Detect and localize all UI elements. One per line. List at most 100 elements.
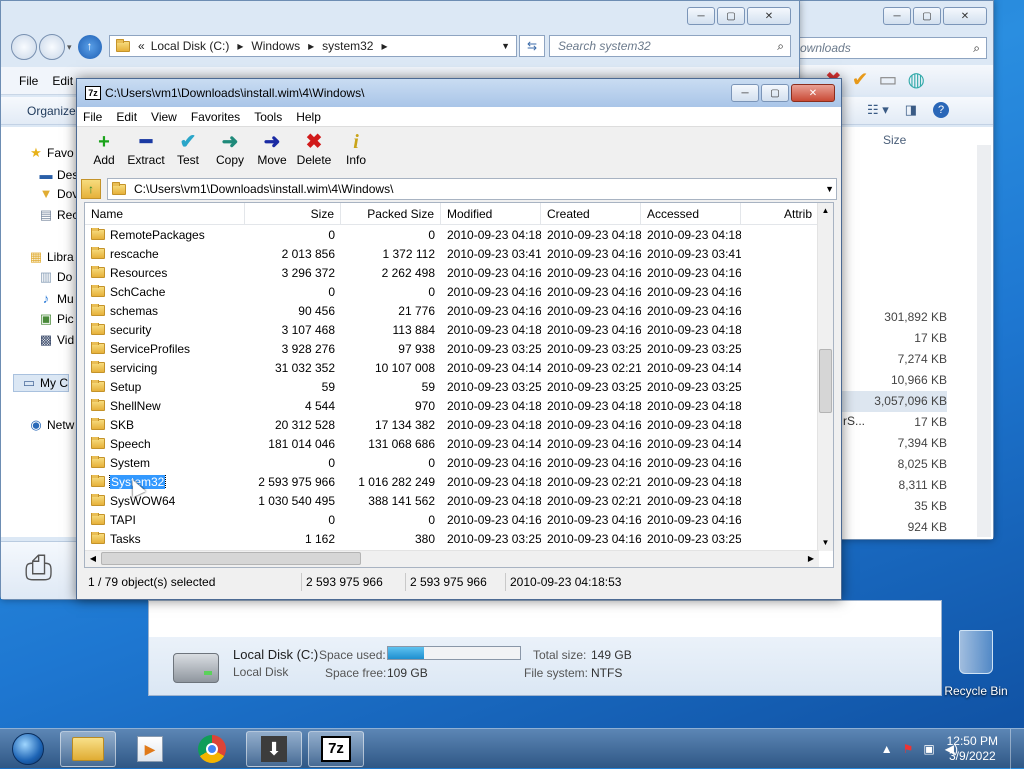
breadcrumb-1[interactable]: Windows	[251, 39, 300, 53]
menu-file[interactable]: File	[19, 74, 38, 88]
close-button[interactable]: ✕	[747, 7, 791, 25]
close-button[interactable]: ✕	[943, 7, 987, 25]
extract-button[interactable]: ━ Extract	[125, 131, 167, 167]
start-button[interactable]	[8, 731, 48, 767]
list-item[interactable]: Setup 59 59 2010-09-23 03:25 2010-09-23 03:2…	[85, 377, 833, 396]
view-icons-right[interactable]: ☷ ▾ ◨ ?	[867, 102, 950, 118]
list-item[interactable]: System 0 0 2010-09-23 04:16 2010-09-23 04:16…	[85, 453, 833, 472]
column-header-accessed[interactable]: Accessed	[641, 203, 741, 224]
column-header-created[interactable]: Created	[541, 203, 641, 224]
vertical-scrollbar[interactable]: ▲ ▼	[817, 203, 833, 551]
list-item[interactable]: Speech 181 014 046 131 068 686 2010-09-23 0…	[85, 434, 833, 453]
list-item[interactable]: schemas 90 456 21 776 2010-09-23 04:16 2010-…	[85, 301, 833, 320]
nav-item[interactable]: ▥ Do	[39, 269, 73, 285]
forward-button[interactable]	[39, 34, 65, 60]
show-hidden-icons[interactable]: ▲	[881, 742, 893, 756]
delete-button[interactable]: ✖ Delete	[293, 131, 335, 167]
list-item[interactable]: security 3 107 468 113 884 2010-09-23 04:18…	[85, 320, 833, 339]
add-button[interactable]: + Add	[83, 131, 125, 167]
close-button[interactable]: ✕	[791, 84, 835, 102]
help-icon[interactable]: ?	[933, 102, 950, 118]
recycle-bin-desktop-icon[interactable]: Recycle Bin	[944, 630, 1008, 702]
breadcrumb-0[interactable]: Local Disk (C:)	[151, 39, 230, 53]
up-folder-icon[interactable]: ↑	[81, 179, 101, 199]
path-combo[interactable]: C:\Users\vm1\Downloads\install.wim\4\Win…	[107, 178, 837, 200]
list-item[interactable]: SchCache 0 0 2010-09-23 04:16 2010-09-23 04:…	[85, 282, 833, 301]
menu-tools[interactable]: Tools	[254, 110, 282, 124]
nav-item[interactable]: ◉ Netw	[29, 417, 74, 433]
action-center-icon[interactable]: ⚑	[903, 742, 914, 756]
network-icon[interactable]: ▣	[923, 742, 934, 756]
list-item[interactable]: rescache 2 013 856 1 372 112 2010-09-23 03:…	[85, 244, 833, 263]
nav-item[interactable]: ▦ Libra	[29, 249, 74, 265]
back-button[interactable]	[11, 34, 37, 60]
list-item[interactable]: servicing 31 032 352 10 107 008 2010-09-23 …	[85, 358, 833, 377]
nav-item[interactable]: ▬ Des	[39, 167, 79, 182]
nav-item[interactable]: ▼ Dov	[39, 186, 79, 201]
nav-item[interactable]: ▩ Vid	[39, 332, 74, 348]
minimize-button[interactable]: ─	[731, 84, 759, 102]
refresh-button[interactable]: ⇆	[519, 35, 545, 57]
address-bar[interactable]: « Local Disk (C:) ▸ Windows ▸ system32 ▸…	[109, 35, 517, 57]
column-header-attrib[interactable]: Attrib	[741, 203, 819, 224]
nav-item[interactable]: ▤ Rec	[39, 207, 79, 223]
scroll-right-arrow[interactable]: ▶	[803, 551, 819, 567]
nav-item[interactable]: ▭ My C	[13, 374, 69, 392]
maximize-button[interactable]: ▢	[717, 7, 745, 25]
list-item[interactable]: SysWOW64 1 030 540 495 388 141 562 2010-09-…	[85, 491, 833, 510]
scroll-thumb[interactable]	[819, 349, 832, 413]
taskbar-media-player[interactable]: ▶	[122, 731, 178, 767]
column-header-packed-size[interactable]: Packed Size	[341, 203, 441, 224]
move-button[interactable]: ➜ Move	[251, 131, 293, 167]
chevron-down-icon[interactable]: ▾	[67, 42, 72, 53]
column-header-size[interactable]: Size	[245, 203, 341, 224]
search-box-right[interactable]: ownloads ⌕	[797, 37, 987, 59]
menu-edit[interactable]: Edit	[116, 110, 137, 124]
list-item[interactable]: ServiceProfiles 3 928 276 97 938 2010-09-23…	[85, 339, 833, 358]
taskbar-explorer[interactable]	[60, 730, 116, 767]
menu-view[interactable]: View	[151, 110, 177, 124]
list-item[interactable]: RemotePackages 0 0 2010-09-23 04:18 2010-09-…	[85, 225, 833, 244]
test-button[interactable]: ✔ Test	[167, 131, 209, 167]
show-desktop-button[interactable]	[1010, 728, 1024, 769]
breadcrumb-2[interactable]: system32	[322, 39, 373, 53]
title-bar[interactable]: 7z C:\Users\vm1\Downloads\install.wim\4\…	[77, 79, 841, 107]
preview-pane-icon[interactable]: ◨	[905, 102, 917, 118]
menu-help[interactable]: Help	[296, 110, 321, 124]
chevron-down-icon[interactable]: ▼	[501, 41, 510, 51]
maximize-button[interactable]: ▢	[913, 7, 941, 25]
taskbar-downloader[interactable]: ⬇	[246, 730, 302, 767]
minimize-button[interactable]: ─	[687, 7, 715, 25]
nav-item[interactable]: ★ Favo	[29, 145, 74, 161]
search-box[interactable]: Search system32 ⌕	[549, 35, 791, 57]
list-item[interactable]: TAPI 0 0 2010-09-23 04:16 2010-09-23 04:16 20…	[85, 510, 833, 529]
list-item[interactable]: System32 2 593 975 966 1 016 282 249 2010-0…	[85, 472, 833, 491]
taskbar-chrome[interactable]	[184, 731, 240, 767]
size-column-header[interactable]: Size	[883, 133, 906, 147]
nav-item[interactable]: ▣ Pic	[39, 311, 74, 327]
menu-edit[interactable]: Edit	[52, 74, 73, 88]
views-icon[interactable]: ☷ ▾	[867, 102, 889, 118]
list-item[interactable]: Resources 3 296 372 2 262 498 2010-09-23 04…	[85, 263, 833, 282]
column-header-name[interactable]: Name	[85, 203, 245, 224]
scroll-up-arrow[interactable]: ▲	[818, 203, 833, 219]
up-arrow-icon[interactable]: ↑	[77, 35, 102, 59]
chevron-down-icon[interactable]: ▼	[825, 184, 834, 194]
scroll-down-arrow[interactable]: ▼	[818, 535, 833, 551]
nav-item[interactable]: ♪ Mu	[39, 291, 74, 306]
minimize-button[interactable]: ─	[883, 7, 911, 25]
hscroll-thumb[interactable]	[101, 552, 361, 565]
clock[interactable]: 12:50 PM 3/9/2022	[947, 734, 998, 764]
scrollbar-right[interactable]	[977, 145, 991, 537]
scroll-left-arrow[interactable]: ◀	[85, 551, 101, 567]
back-forward[interactable]: ▾ ↑	[11, 34, 102, 60]
horizontal-scrollbar[interactable]: ◀ ▶	[85, 550, 819, 567]
info-button[interactable]: i Info	[335, 131, 377, 167]
menu-favorites[interactable]: Favorites	[191, 110, 240, 124]
column-header-modified[interactable]: Modified	[441, 203, 541, 224]
menu-file[interactable]: File	[83, 110, 102, 124]
organize-button[interactable]: Organize	[27, 104, 76, 118]
list-item[interactable]: SKB 20 312 528 17 134 382 2010-09-23 04:18 2…	[85, 415, 833, 434]
taskbar-7zip[interactable]: 7z	[308, 730, 364, 767]
list-item[interactable]: ShellNew 4 544 970 2010-09-23 04:18 2010-09-…	[85, 396, 833, 415]
